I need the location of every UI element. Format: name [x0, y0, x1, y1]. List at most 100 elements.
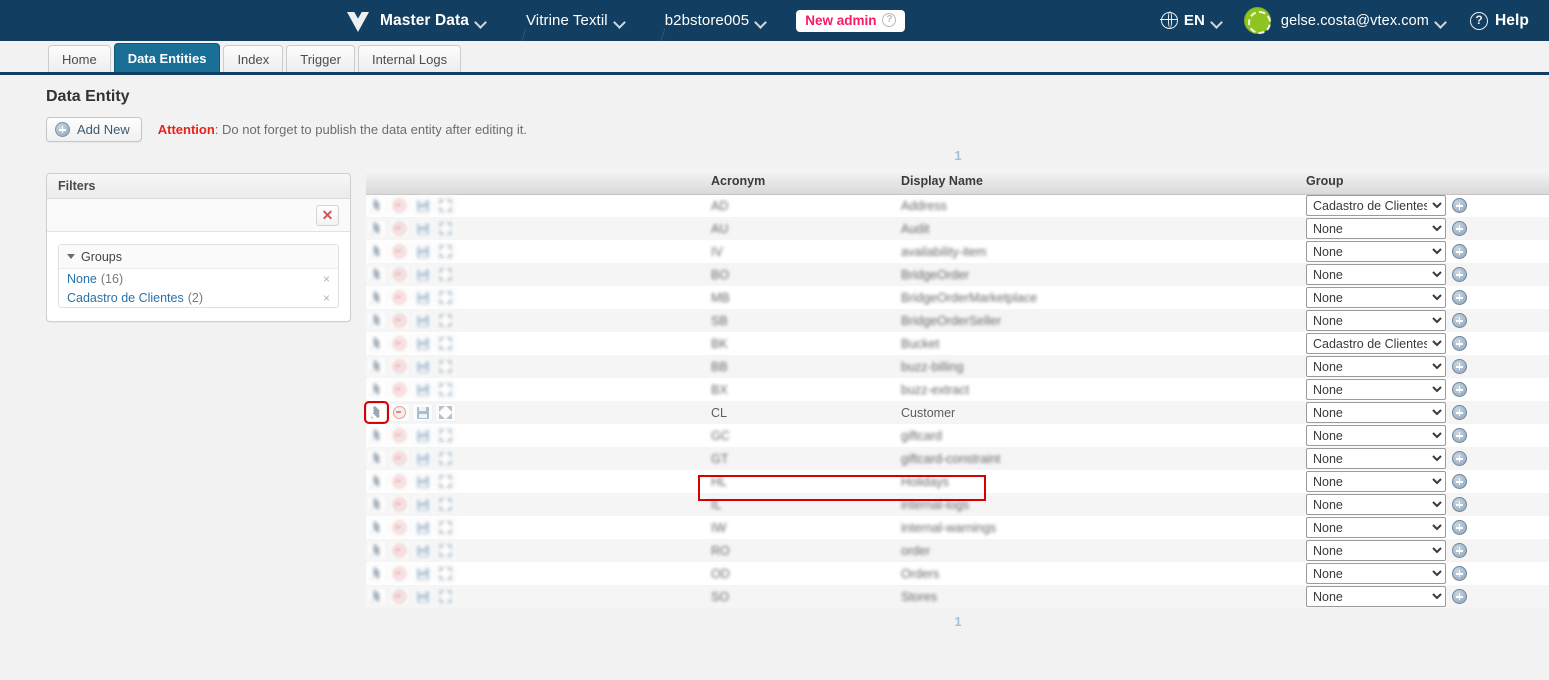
plus-circle-icon[interactable]: [1452, 290, 1467, 305]
pencil-edit-icon[interactable]: [366, 587, 387, 606]
plus-circle-icon[interactable]: [1452, 543, 1467, 558]
expand-arrows-icon[interactable]: [435, 564, 456, 583]
pagination-top[interactable]: 1: [366, 142, 1549, 169]
minus-circle-delete-icon[interactable]: [389, 196, 410, 216]
expand-arrows-icon[interactable]: [435, 403, 456, 422]
expand-arrows-icon[interactable]: [435, 587, 456, 606]
expand-arrows-icon[interactable]: [435, 311, 456, 330]
pencil-edit-icon[interactable]: [366, 495, 387, 514]
pencil-edit-icon[interactable]: [366, 564, 387, 583]
minus-circle-delete-icon[interactable]: [389, 265, 410, 284]
language-selector[interactable]: EN: [1160, 12, 1222, 29]
help-button[interactable]: ? Help: [1470, 11, 1529, 30]
group-select[interactable]: NoneCadastro de Clientes: [1306, 287, 1446, 308]
minus-circle-delete-icon[interactable]: [389, 403, 410, 422]
expand-arrows-icon[interactable]: [435, 472, 456, 491]
pencil-edit-icon[interactable]: [366, 357, 387, 376]
new-admin-badge[interactable]: New admin ?: [796, 9, 906, 32]
pencil-edit-icon[interactable]: [366, 472, 387, 491]
filter-item[interactable]: Cadastro de Clientes (2) ×: [59, 288, 338, 307]
filter-item-label[interactable]: None: [67, 272, 97, 286]
floppy-save-icon[interactable]: [412, 426, 433, 445]
tab-home[interactable]: Home: [48, 45, 111, 72]
add-new-button[interactable]: Add New: [46, 117, 142, 142]
expand-arrows-icon[interactable]: [435, 518, 456, 537]
pencil-edit-icon[interactable]: [366, 449, 387, 468]
plus-circle-icon[interactable]: [1452, 221, 1467, 236]
plus-circle-icon[interactable]: [1452, 313, 1467, 328]
question-mark-icon[interactable]: ?: [882, 13, 897, 27]
plus-circle-icon[interactable]: [1452, 267, 1467, 282]
floppy-save-icon[interactable]: [412, 495, 433, 514]
plus-circle-icon[interactable]: [1452, 451, 1467, 466]
expand-arrows-icon[interactable]: [435, 380, 456, 399]
minus-circle-delete-icon[interactable]: [389, 564, 410, 583]
plus-circle-icon[interactable]: [1452, 428, 1467, 443]
floppy-save-icon[interactable]: [412, 449, 433, 468]
pencil-edit-icon[interactable]: [366, 288, 387, 307]
close-small-icon[interactable]: ×: [323, 291, 330, 305]
expand-arrows-icon[interactable]: [435, 449, 456, 468]
minus-circle-delete-icon[interactable]: [389, 311, 410, 330]
expand-arrows-icon[interactable]: [435, 426, 456, 445]
floppy-save-icon[interactable]: [412, 541, 433, 560]
expand-arrows-icon[interactable]: [435, 219, 456, 238]
account-switcher[interactable]: Vitrine Textil: [526, 0, 639, 41]
group-select[interactable]: NoneCadastro de Clientes: [1306, 218, 1446, 239]
tab-trigger[interactable]: Trigger: [286, 45, 355, 72]
minus-circle-delete-icon[interactable]: [389, 357, 410, 376]
expand-arrows-icon[interactable]: [435, 265, 456, 284]
minus-circle-delete-icon[interactable]: [389, 587, 410, 606]
expand-arrows-icon[interactable]: [435, 242, 456, 261]
group-select[interactable]: NoneCadastro de Clientes: [1306, 448, 1446, 469]
minus-circle-delete-icon[interactable]: [389, 334, 410, 353]
plus-circle-icon[interactable]: [1452, 198, 1467, 214]
pencil-edit-icon[interactable]: [366, 219, 387, 238]
plus-circle-icon[interactable]: [1452, 520, 1467, 535]
group-select[interactable]: NoneCadastro de Clientes: [1306, 195, 1446, 217]
group-select[interactable]: NoneCadastro de Clientes: [1306, 563, 1446, 584]
floppy-save-icon[interactable]: [412, 311, 433, 330]
group-select[interactable]: NoneCadastro de Clientes: [1306, 241, 1446, 262]
minus-circle-delete-icon[interactable]: [389, 495, 410, 514]
floppy-save-icon[interactable]: [412, 265, 433, 284]
floppy-save-icon[interactable]: [412, 196, 433, 216]
expand-arrows-icon[interactable]: [435, 357, 456, 376]
app-switcher-master-data[interactable]: Master Data: [345, 0, 500, 41]
group-select[interactable]: NoneCadastro de Clientes: [1306, 494, 1446, 515]
floppy-save-icon[interactable]: [412, 219, 433, 238]
groups-section-header[interactable]: Groups: [59, 245, 338, 269]
expand-arrows-icon[interactable]: [435, 288, 456, 307]
pencil-edit-icon[interactable]: [366, 242, 387, 261]
clear-filters-button[interactable]: ✕: [316, 204, 339, 226]
tab-index[interactable]: Index: [223, 45, 284, 72]
group-select[interactable]: NoneCadastro de Clientes: [1306, 402, 1446, 423]
expand-arrows-icon[interactable]: [435, 334, 456, 353]
floppy-save-icon[interactable]: [412, 587, 433, 606]
store-switcher[interactable]: b2bstore005: [665, 0, 781, 41]
expand-arrows-icon[interactable]: [435, 541, 456, 560]
expand-arrows-icon[interactable]: [435, 196, 456, 216]
group-select[interactable]: NoneCadastro de Clientes: [1306, 471, 1446, 492]
expand-arrows-icon[interactable]: [435, 495, 456, 514]
group-select[interactable]: NoneCadastro de Clientes: [1306, 264, 1446, 285]
minus-circle-delete-icon[interactable]: [389, 242, 410, 261]
pencil-edit-icon[interactable]: [364, 401, 389, 424]
pagination-bottom[interactable]: 1: [366, 608, 1549, 635]
pencil-edit-icon[interactable]: [366, 311, 387, 330]
filter-item[interactable]: None (16) ×: [59, 269, 338, 288]
group-select[interactable]: NoneCadastro de Clientes: [1306, 310, 1446, 331]
plus-circle-icon[interactable]: [1452, 497, 1467, 512]
floppy-save-icon[interactable]: [412, 564, 433, 583]
plus-circle-icon[interactable]: [1452, 244, 1467, 259]
minus-circle-delete-icon[interactable]: [389, 288, 410, 307]
group-select[interactable]: NoneCadastro de Clientes: [1306, 517, 1446, 538]
group-select[interactable]: NoneCadastro de Clientes: [1306, 333, 1446, 354]
minus-circle-delete-icon[interactable]: [389, 380, 410, 399]
minus-circle-delete-icon[interactable]: [389, 472, 410, 491]
filter-item-label[interactable]: Cadastro de Clientes: [67, 291, 184, 305]
plus-circle-icon[interactable]: [1452, 405, 1467, 420]
plus-circle-icon[interactable]: [1452, 474, 1467, 489]
user-menu[interactable]: gelse.costa@vtex.com: [1243, 7, 1446, 34]
plus-circle-icon[interactable]: [1452, 566, 1467, 581]
